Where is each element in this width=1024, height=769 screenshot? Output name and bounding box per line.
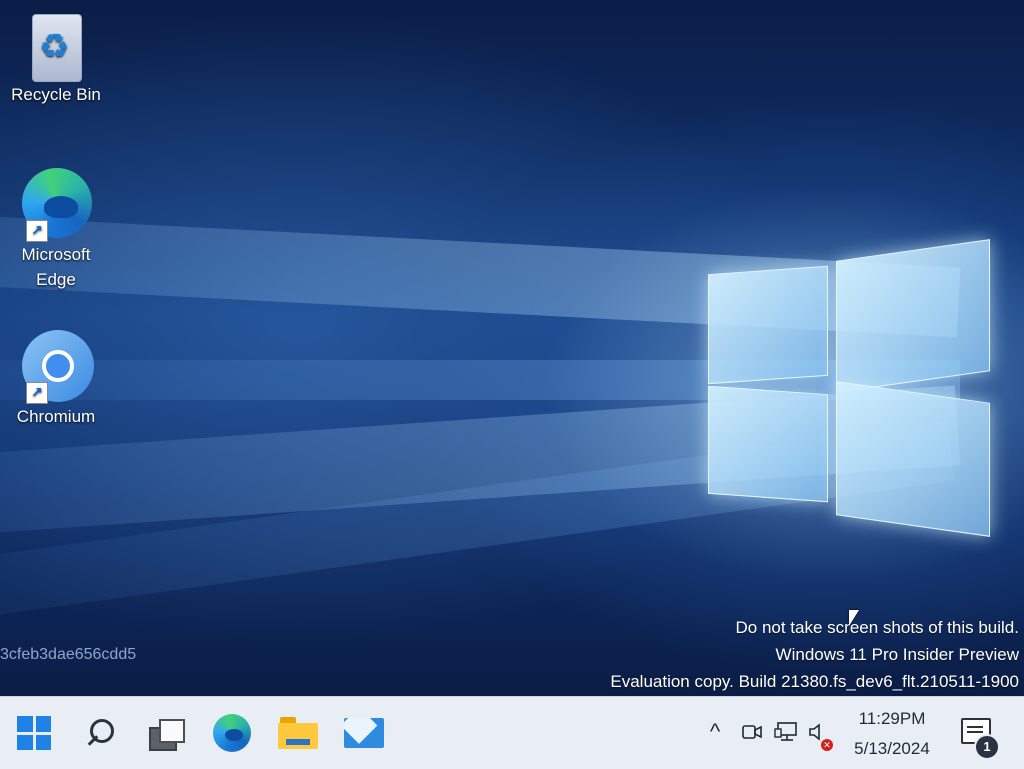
search-icon xyxy=(84,717,116,749)
edge-icon xyxy=(213,714,251,752)
desktop-icon-chromium[interactable]: ↗ Chromium xyxy=(8,328,104,429)
build-hash-text: 3cfeb3dae656cdd5 xyxy=(0,646,137,663)
show-hidden-icons-button[interactable]: ^ xyxy=(700,712,730,752)
edge-icon: ↗ xyxy=(18,166,94,242)
task-view-button[interactable] xyxy=(140,707,192,759)
chevron-up-icon: ^ xyxy=(709,719,721,744)
desktop-icon-microsoft-edge[interactable]: ↗ Microsoft Edge xyxy=(8,166,104,292)
mail-icon xyxy=(344,718,384,748)
network-button[interactable] xyxy=(772,712,802,752)
notification-center-button[interactable]: 1 xyxy=(956,712,1000,760)
file-explorer-button[interactable] xyxy=(272,707,324,759)
mail-button[interactable] xyxy=(338,707,390,759)
desktop-icon-label: Microsoft Edge xyxy=(21,245,91,289)
search-button[interactable] xyxy=(74,707,126,759)
meet-now-button[interactable] xyxy=(738,712,766,752)
clock-time: 11:29PM xyxy=(858,709,926,728)
folder-icon xyxy=(278,717,318,749)
task-view-icon xyxy=(147,717,185,751)
clock-date: 5/13/2024 xyxy=(854,739,930,758)
watermark-line: Do not take screen shots of this build. xyxy=(735,618,1020,637)
evaluation-watermark: Do not take screen shots of this build. … xyxy=(610,614,1019,695)
desktop-icon-label: Recycle Bin xyxy=(11,85,101,104)
desktop-wallpaper: Recycle Bin ↗ Microsoft Edge ↗ Chromium … xyxy=(0,0,1024,696)
desktop-icon-label: Chromium xyxy=(16,407,96,426)
notification-count-badge: 1 xyxy=(974,734,1000,760)
volume-muted-icon: ✕ xyxy=(807,717,835,751)
volume-button[interactable]: ✕ xyxy=(806,712,836,752)
meet-now-icon xyxy=(742,725,762,739)
taskbar-edge-button[interactable] xyxy=(206,707,258,759)
windows-start-icon xyxy=(17,716,51,750)
desktop-icon-recycle-bin[interactable]: Recycle Bin xyxy=(8,6,104,107)
watermark-line: Windows 11 Pro Insider Preview xyxy=(775,645,1019,664)
recycle-bin-icon xyxy=(18,6,94,82)
muted-badge-icon: ✕ xyxy=(821,739,833,751)
network-icon xyxy=(774,722,797,741)
mouse-cursor xyxy=(849,610,859,626)
start-button[interactable] xyxy=(8,707,60,759)
clock-button[interactable]: 11:29PM 5/13/2024 xyxy=(840,704,944,764)
chromium-icon: ↗ xyxy=(18,328,94,404)
windows-logo-wallpaper xyxy=(700,239,1000,537)
shortcut-arrow-icon: ↗ xyxy=(26,382,48,404)
watermark-line: Evaluation copy. Build 21380.fs_dev6_flt… xyxy=(610,672,1019,691)
shortcut-arrow-icon: ↗ xyxy=(26,220,48,242)
